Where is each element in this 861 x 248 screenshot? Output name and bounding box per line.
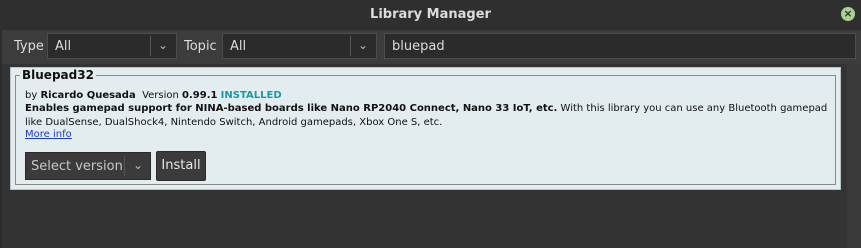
type-value: All xyxy=(55,39,72,54)
chevron-down-icon: ⌄ xyxy=(157,38,169,52)
version-select[interactable]: Select version ⌄ xyxy=(25,152,151,180)
library-name: Bluepad32 xyxy=(20,68,96,82)
close-icon[interactable]: × xyxy=(841,7,855,21)
author: Ricardo Quesada xyxy=(40,90,136,101)
type-select[interactable]: All ⌄ xyxy=(47,33,177,59)
type-label: Type xyxy=(14,39,44,54)
library-meta: by Ricardo Quesada Version 0.99.1 INSTAL… xyxy=(25,90,282,101)
version-label: Version xyxy=(142,90,179,101)
summary-bold: Enables gamepad support for NINA-based b… xyxy=(25,103,558,114)
library-card[interactable]: Bluepad32 by Ricardo Quesada Version 0.9… xyxy=(10,67,841,190)
topic-label: Topic xyxy=(184,39,217,54)
chevron-down-icon: ⌄ xyxy=(357,38,369,52)
install-button[interactable]: Install xyxy=(156,151,206,181)
search-input[interactable]: bluepad xyxy=(384,33,856,59)
installed-badge: INSTALLED xyxy=(220,90,282,101)
topic-value: All xyxy=(230,39,247,54)
version-select-label: Select version xyxy=(31,159,123,174)
select-divider xyxy=(350,36,351,56)
by-prefix: by xyxy=(25,90,38,101)
filter-bar: Type All ⌄ Topic All ⌄ bluepad xyxy=(0,30,861,64)
topic-select[interactable]: All ⌄ xyxy=(222,33,377,59)
search-value: bluepad xyxy=(392,39,445,54)
summary-rest: With this library you can use any Blueto… xyxy=(560,103,828,114)
select-divider xyxy=(124,156,125,176)
library-summary: Enables gamepad support for NINA-based b… xyxy=(25,103,827,114)
summary-line2: like DualSense, DualShock4, Nintendo Swi… xyxy=(25,117,443,128)
select-divider xyxy=(150,36,151,56)
title-bar: Library Manager × xyxy=(0,0,861,30)
chevron-down-icon: ⌄ xyxy=(132,158,144,172)
scrollbar[interactable] xyxy=(847,64,861,248)
more-info-link[interactable]: More info xyxy=(25,129,72,140)
version-number: 0.99.1 xyxy=(182,90,218,101)
window-title: Library Manager xyxy=(370,7,491,22)
